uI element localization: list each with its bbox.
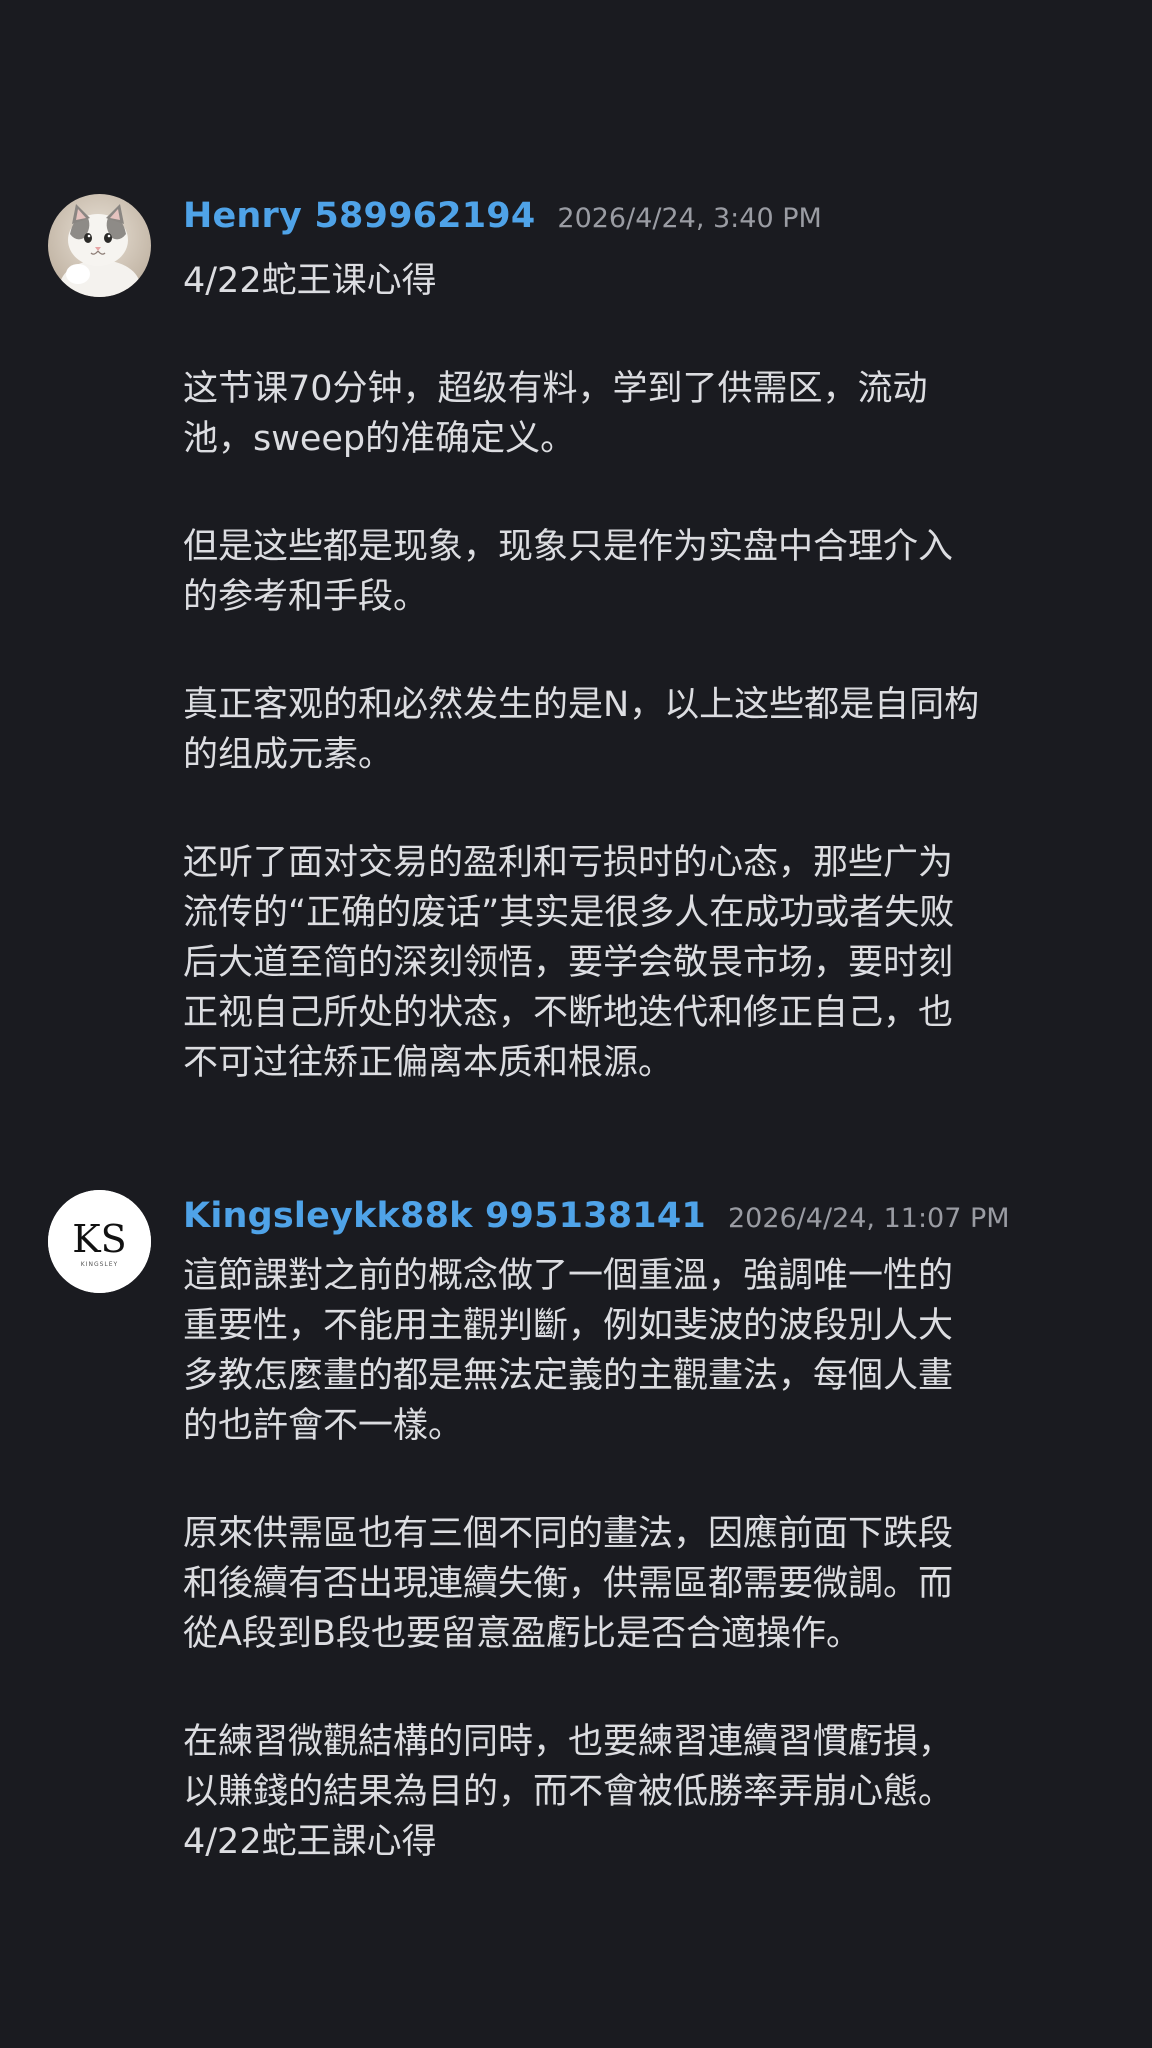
text-line: 真正客观的和必然发生的是N，以上这些都是自同构 bbox=[183, 685, 980, 725]
text-line: 不可过往矫正偏离本质和根源。 bbox=[183, 1043, 674, 1083]
text-line: 这节课70分钟，超级有料，学到了供需区，流动 bbox=[183, 369, 928, 409]
text-line: 但是这些都是现象，现象只是作为实盘中合理介入 bbox=[183, 527, 954, 567]
paragraph: 原來供需區也有三個不同的畫法，因應前面下跌段 和後續有否出現連續失衡，供需區都需… bbox=[183, 1509, 1123, 1659]
text-line: 的也許會不一樣。 bbox=[183, 1406, 464, 1446]
username[interactable]: Henry 589962194 bbox=[183, 196, 535, 236]
text-line: 后大道至简的深刻领悟，要学会敬畏市场，要时刻 bbox=[183, 943, 954, 983]
text-line: 和後續有否出現連續失衡，供需區都需要微調。而 bbox=[183, 1564, 954, 1604]
message-header: Kingsleykk88k 995138141 2026/4/24, 11:07… bbox=[183, 1196, 1010, 1236]
timestamp: 2026/4/24, 11:07 PM bbox=[727, 1203, 1010, 1234]
text-line: 這節課對之前的概念做了一個重溫，強調唯一性的 bbox=[183, 1256, 954, 1296]
text-line: 在練習微觀結構的同時，也要練習連續習慣虧損， bbox=[183, 1722, 954, 1762]
paragraph: 在練習微觀結構的同時，也要練習連續習慣虧損， 以賺錢的結果為目的，而不會被低勝率… bbox=[183, 1717, 1123, 1867]
paragraph: 真正客观的和必然发生的是N，以上这些都是自同构 的组成元素。 bbox=[183, 680, 1123, 780]
paragraph: 还听了面对交易的盈利和亏损时的心态，那些广为 流传的“正确的废话”其实是很多人在… bbox=[183, 838, 1123, 1088]
text-line: 4/22蛇王课心得 bbox=[183, 261, 437, 301]
ks-logo-avatar-image: KS KINGSLEY bbox=[48, 1190, 151, 1293]
cat-avatar-image bbox=[48, 194, 151, 297]
text-line: 原來供需區也有三個不同的畫法，因應前面下跌段 bbox=[183, 1514, 954, 1554]
paragraph: 但是这些都是现象，现象只是作为实盘中合理介入 的参考和手段。 bbox=[183, 522, 1123, 622]
paragraph: 這節課對之前的概念做了一個重溫，強調唯一性的 重要性，不能用主觀判斷，例如斐波的… bbox=[183, 1251, 1123, 1451]
message-header: Henry 589962194 2026/4/24, 3:40 PM bbox=[183, 196, 822, 236]
text-line: 池，sweep的准确定义。 bbox=[183, 419, 576, 459]
text-line: 流传的“正确的废话”其实是很多人在成功或者失败 bbox=[183, 893, 955, 933]
username[interactable]: Kingsleykk88k 995138141 bbox=[183, 1196, 706, 1236]
paragraph: 4/22蛇王课心得 bbox=[183, 256, 1123, 306]
message-body: 這節課對之前的概念做了一個重溫，強調唯一性的 重要性，不能用主觀判斷，例如斐波的… bbox=[183, 1251, 1123, 1867]
message-body: 4/22蛇王课心得 这节课70分钟，超级有料，学到了供需区，流动 池，sweep… bbox=[183, 256, 1123, 1088]
timestamp: 2026/4/24, 3:40 PM bbox=[557, 203, 822, 234]
avatar-logo-text: KS bbox=[72, 1217, 126, 1261]
avatar[interactable] bbox=[48, 194, 151, 297]
chat-view: Henry 589962194 2026/4/24, 3:40 PM 4/22蛇… bbox=[0, 0, 1152, 2048]
text-line: 從A段到B段也要留意盈虧比是否合適操作。 bbox=[183, 1614, 861, 1654]
text-line: 以賺錢的結果為目的，而不會被低勝率弄崩心態。 bbox=[183, 1772, 954, 1812]
avatar-logo-subtext: KINGSLEY bbox=[81, 1261, 118, 1268]
paragraph: 这节课70分钟，超级有料，学到了供需区，流动 池，sweep的准确定义。 bbox=[183, 364, 1123, 464]
text-line: 重要性，不能用主觀判斷，例如斐波的波段別人大 bbox=[183, 1306, 954, 1346]
text-line: 4/22蛇王課心得 bbox=[183, 1822, 437, 1862]
text-line: 还听了面对交易的盈利和亏损时的心态，那些广为 bbox=[183, 843, 954, 883]
text-line: 多教怎麼畫的都是無法定義的主觀畫法，每個人畫 bbox=[183, 1356, 954, 1396]
text-line: 的组成元素。 bbox=[183, 735, 394, 775]
avatar[interactable]: KS KINGSLEY bbox=[48, 1190, 151, 1293]
text-line: 正视自己所处的状态，不断地迭代和修正自己，也 bbox=[183, 993, 954, 1033]
text-line: 的参考和手段。 bbox=[183, 577, 429, 617]
